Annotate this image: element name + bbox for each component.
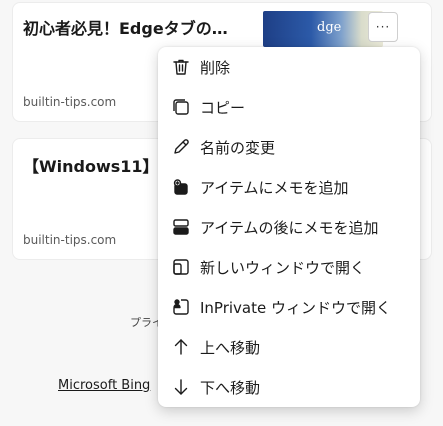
menu-item-label: 上へ移動 xyxy=(200,338,261,357)
menu-item-delete[interactable]: 削除 xyxy=(158,47,420,87)
menu-item-open-inprivate[interactable]: InPrivate ウィンドウで開く xyxy=(158,287,420,327)
menu-item-label: コピー xyxy=(200,98,246,117)
menu-item-label: InPrivate ウィンドウで開く xyxy=(200,298,391,317)
copy-icon xyxy=(170,96,192,118)
menu-item-label: 下へ移動 xyxy=(200,378,261,397)
item-thumbnail: dge xyxy=(263,11,383,47)
item-source: builtin-tips.com xyxy=(23,233,117,247)
menu-item-move-up[interactable]: 上へ移動 xyxy=(158,327,420,367)
thumbnail-text: dge xyxy=(317,20,342,35)
menu-item-label: アイテムにメモを追加 xyxy=(200,178,349,197)
item-title: 初心者必見！Edgeタブの… xyxy=(23,19,228,38)
menu-item-rename[interactable]: 名前の変更 xyxy=(158,127,420,167)
menu-item-label: 新しいウィンドウで開く xyxy=(200,258,366,277)
note-add-icon xyxy=(170,176,192,198)
inprivate-window-icon xyxy=(170,296,192,318)
pencil-icon xyxy=(170,136,192,158)
menu-item-open-new-window[interactable]: 新しいウィンドウで開く xyxy=(158,247,420,287)
collections-pane: 初心者必見！Edgeタブの… dge builtin-tips.com ··· … xyxy=(0,0,443,426)
item-source: builtin-tips.com xyxy=(23,95,117,109)
bing-link[interactable]: Microsoft Bing xyxy=(58,378,150,393)
trash-icon xyxy=(170,56,192,78)
menu-item-move-down[interactable]: 下へ移動 xyxy=(158,367,420,407)
new-window-icon xyxy=(170,256,192,278)
context-menu: 削除 コピー 名前の変更 アイテムにメモを追加 アイテムの後にメモを追加 新しい… xyxy=(158,47,420,407)
menu-item-label: アイテムの後にメモを追加 xyxy=(200,218,379,237)
note-after-icon xyxy=(170,216,192,238)
menu-item-label: 削除 xyxy=(200,58,231,77)
menu-item-add-note[interactable]: アイテムにメモを追加 xyxy=(158,167,420,207)
item-title: 【Windows11】Ed xyxy=(23,157,163,176)
arrow-up-icon xyxy=(170,336,192,358)
menu-item-label: 名前の変更 xyxy=(200,138,276,157)
menu-item-copy[interactable]: コピー xyxy=(158,87,420,127)
more-options-button[interactable]: ··· xyxy=(368,12,398,42)
menu-item-add-note-after[interactable]: アイテムの後にメモを追加 xyxy=(158,207,420,247)
arrow-down-icon xyxy=(170,376,192,398)
